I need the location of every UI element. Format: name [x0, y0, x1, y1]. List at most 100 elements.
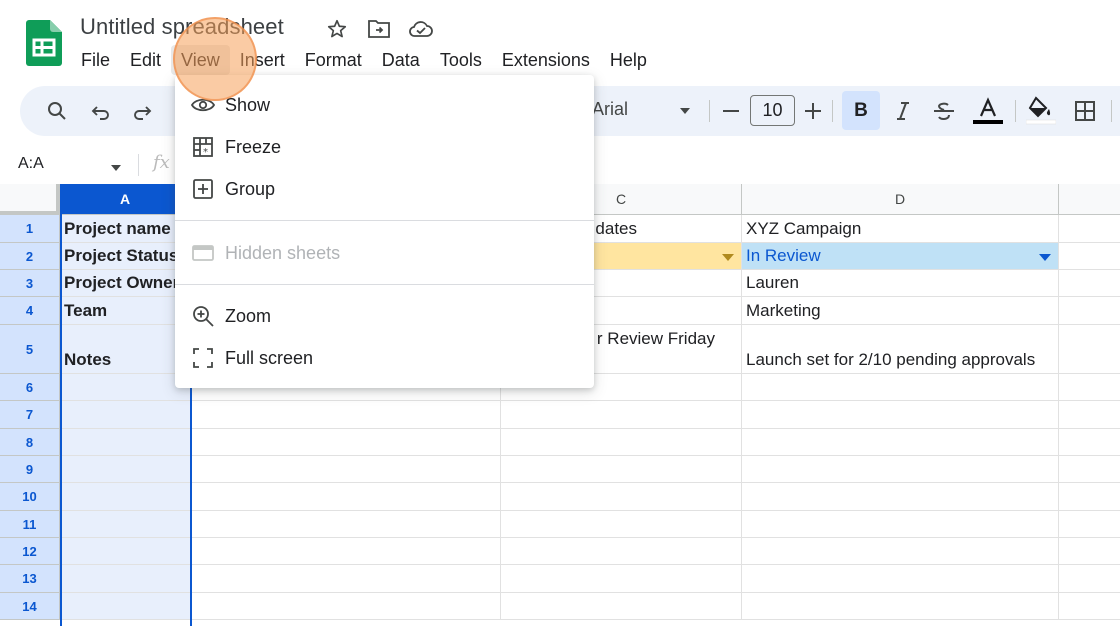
cell-a6[interactable]	[60, 374, 191, 401]
status-dropdown-icon[interactable]	[722, 254, 734, 261]
cell-c14[interactable]	[501, 593, 742, 620]
row-header[interactable]: 10	[0, 483, 60, 511]
view-menu-item-full-screen[interactable]: Full screen	[175, 338, 594, 378]
view-menu-item-group[interactable]: Group	[175, 169, 594, 209]
font-size-input[interactable]: 10	[750, 95, 795, 126]
cell-d13[interactable]	[742, 565, 1059, 593]
cell-b14[interactable]	[191, 593, 501, 620]
menu-data[interactable]: Data	[372, 45, 430, 75]
cell-c11[interactable]	[501, 511, 742, 538]
cell-d12[interactable]	[742, 538, 1059, 565]
row-header[interactable]: 4	[0, 297, 60, 325]
menu-help[interactable]: Help	[600, 45, 657, 75]
name-box[interactable]: A:A	[18, 155, 44, 173]
row-header[interactable]: 1	[0, 215, 60, 243]
cell-d4[interactable]: Marketing	[742, 297, 1059, 325]
cell-c10[interactable]	[501, 483, 742, 511]
cell-e6[interactable]	[1059, 374, 1120, 401]
cloud-status-icon[interactable]	[408, 16, 434, 42]
menu-insert[interactable]: Insert	[230, 45, 295, 75]
cell-d6[interactable]	[742, 374, 1059, 401]
menu-extensions[interactable]: Extensions	[492, 45, 600, 75]
cell-c9[interactable]	[501, 456, 742, 483]
cell-c13[interactable]	[501, 565, 742, 593]
name-box-dropdown-icon[interactable]	[110, 159, 122, 177]
cell-a7[interactable]	[60, 401, 191, 429]
status-dropdown-icon[interactable]	[1039, 254, 1051, 261]
cell-a11[interactable]	[60, 511, 191, 538]
row-header[interactable]: 8	[0, 429, 60, 456]
font-family-select[interactable]: Arial	[592, 99, 628, 120]
cell-e13[interactable]	[1059, 565, 1120, 593]
document-title[interactable]: Untitled spreadsheet	[80, 14, 284, 40]
sheets-logo-icon[interactable]	[26, 20, 62, 66]
increase-font-size-icon[interactable]	[801, 98, 825, 124]
view-menu-item-freeze[interactable]: * Freeze	[175, 127, 594, 167]
cell-b13[interactable]	[191, 565, 501, 593]
menu-edit[interactable]: Edit	[120, 45, 171, 75]
fill-color-icon[interactable]	[1026, 94, 1056, 126]
row-header[interactable]: 9	[0, 456, 60, 483]
cell-d11[interactable]	[742, 511, 1059, 538]
cell-a9[interactable]	[60, 456, 191, 483]
menu-format[interactable]: Format	[295, 45, 372, 75]
row-header[interactable]: 3	[0, 270, 60, 297]
cell-b7[interactable]	[191, 401, 501, 429]
cell-d14[interactable]	[742, 593, 1059, 620]
move-to-folder-icon[interactable]	[366, 16, 392, 42]
cell-e14[interactable]	[1059, 593, 1120, 620]
cell-b10[interactable]	[191, 483, 501, 511]
search-icon[interactable]	[44, 98, 70, 124]
cell-b12[interactable]	[191, 538, 501, 565]
column-header-a[interactable]: A	[60, 184, 191, 215]
cell-a8[interactable]	[60, 429, 191, 456]
cell-e2[interactable]	[1059, 243, 1120, 270]
cell-e12[interactable]	[1059, 538, 1120, 565]
view-menu-item-show[interactable]: Show	[175, 85, 594, 125]
cell-d10[interactable]	[742, 483, 1059, 511]
cell-a3[interactable]: Project Owner	[60, 270, 191, 297]
cell-a14[interactable]	[60, 593, 191, 620]
cell-e3[interactable]	[1059, 270, 1120, 297]
cell-a4[interactable]: Team	[60, 297, 191, 325]
star-icon[interactable]	[324, 16, 350, 42]
row-header[interactable]: 12	[0, 538, 60, 565]
select-all-corner[interactable]	[0, 184, 60, 215]
cell-b11[interactable]	[191, 511, 501, 538]
row-header[interactable]: 13	[0, 565, 60, 593]
column-header-d[interactable]: D	[742, 184, 1059, 215]
cell-d7[interactable]	[742, 401, 1059, 429]
cell-d3[interactable]: Lauren	[742, 270, 1059, 297]
cell-a1[interactable]: Project name	[60, 215, 191, 243]
font-dropdown-icon[interactable]	[676, 98, 694, 124]
cell-a5[interactable]: Notes	[60, 325, 191, 374]
borders-icon[interactable]	[1072, 98, 1098, 124]
cell-e9[interactable]	[1059, 456, 1120, 483]
decrease-font-size-icon[interactable]	[719, 98, 743, 124]
row-header[interactable]: 2	[0, 243, 60, 270]
cell-a13[interactable]	[60, 565, 191, 593]
menu-tools[interactable]: Tools	[430, 45, 492, 75]
menu-file[interactable]: File	[71, 45, 120, 75]
cell-e8[interactable]	[1059, 429, 1120, 456]
cell-a2[interactable]: Project Status	[60, 243, 191, 270]
cell-d2[interactable]: In Review	[742, 243, 1059, 270]
cell-d8[interactable]	[742, 429, 1059, 456]
cell-c7[interactable]	[501, 401, 742, 429]
cell-d5[interactable]: Launch set for 2/10 pending approvals	[742, 325, 1059, 374]
strikethrough-icon[interactable]	[931, 98, 957, 124]
row-header[interactable]: 11	[0, 511, 60, 538]
cell-c8[interactable]	[501, 429, 742, 456]
italic-icon[interactable]	[890, 98, 916, 124]
bold-button[interactable]: B	[842, 91, 880, 130]
cell-e5[interactable]	[1059, 325, 1120, 374]
row-header[interactable]: 14	[0, 593, 60, 620]
view-menu-item-zoom[interactable]: Zoom	[175, 296, 594, 336]
row-header[interactable]: 5	[0, 325, 60, 374]
cell-e1[interactable]	[1059, 215, 1120, 243]
cell-d1[interactable]: XYZ Campaign	[742, 215, 1059, 243]
cell-d9[interactable]	[742, 456, 1059, 483]
menu-view[interactable]: View	[171, 45, 230, 75]
cell-e11[interactable]	[1059, 511, 1120, 538]
undo-icon[interactable]	[88, 98, 114, 124]
